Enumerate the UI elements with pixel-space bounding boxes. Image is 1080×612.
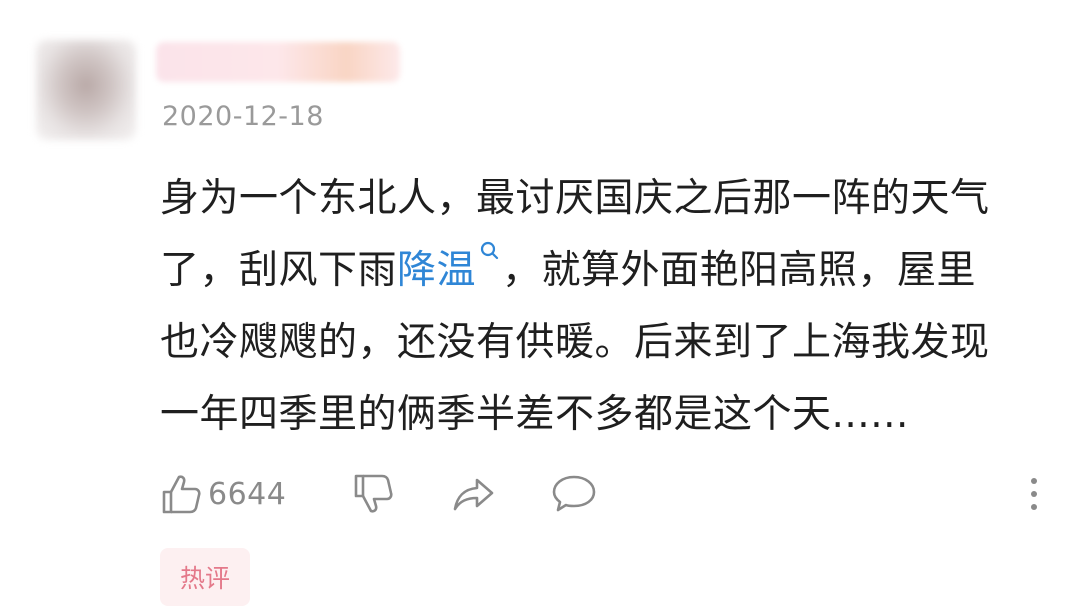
search-link-label: 降温: [397, 248, 477, 293]
comment-line-4: 一年四季里的俩季半差不多都是这个天......: [160, 392, 909, 437]
comment-line-3: 也冷飕飕的，还没有供暖。后来到了上海我发现: [160, 320, 990, 365]
like-button[interactable]: 6644: [160, 468, 286, 520]
share-button[interactable]: [450, 468, 498, 520]
thumbs-down-icon: [354, 474, 393, 513]
comment-card: 2020-12-18 身为一个东北人，最讨厌国庆之后那一阵的天气 了，刮风下雨降…: [0, 0, 1080, 612]
reply-button[interactable]: [550, 468, 598, 520]
hot-comment-badge: 热评: [160, 548, 250, 606]
search-link[interactable]: 降温: [397, 241, 502, 293]
comment-date: 2020-12-18: [162, 101, 324, 132]
comment-line-2-prefix: 了，刮风下雨: [160, 248, 398, 293]
comment-line-2-suffix: ，就算外面艳阳高照，屋里: [502, 248, 977, 293]
comment-line-1: 身为一个东北人，最讨厌国庆之后那一阵的天气: [160, 176, 990, 221]
avatar[interactable]: [36, 40, 136, 140]
username-blurred[interactable]: [156, 42, 400, 82]
comment-line-2: 了，刮风下雨降温 ，就算外面艳阳高照，屋里: [160, 235, 1060, 307]
comment-body: 身为一个东北人，最讨厌国庆之后那一阵的天气 了，刮风下雨降温 ，就算外面艳阳高照，…: [160, 163, 1060, 451]
share-arrow-icon: [453, 478, 494, 511]
thumbs-up-icon: [162, 475, 201, 514]
dislike-button[interactable]: [352, 468, 396, 520]
comment-actions: 6644: [160, 468, 1040, 520]
more-options-icon[interactable]: [1024, 474, 1044, 514]
search-icon: [480, 241, 499, 260]
comment-bubble-icon: [552, 475, 596, 512]
like-count: 6644: [208, 476, 287, 512]
